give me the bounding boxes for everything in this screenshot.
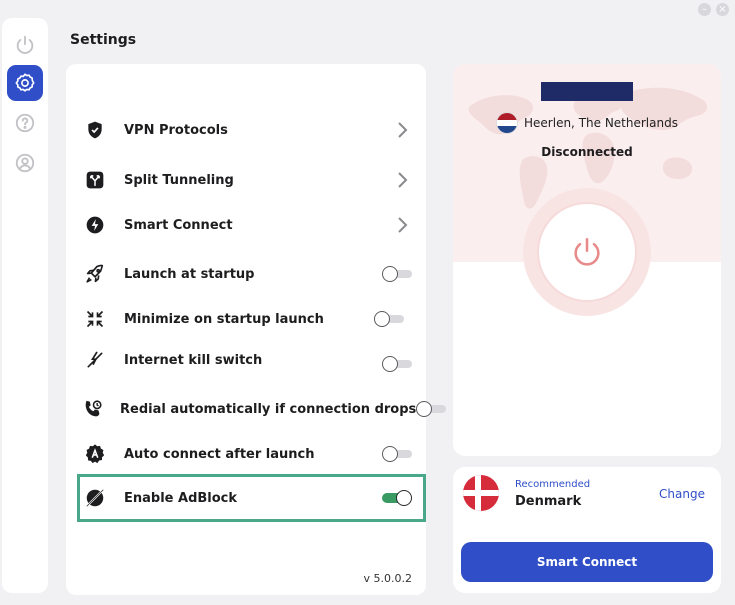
phone-redial-icon [85, 400, 102, 417]
setting-launch-startup: Launch at startup [82, 259, 412, 289]
denmark-flag-icon [463, 475, 499, 511]
setting-label: Split Tunneling [124, 172, 234, 188]
netherlands-flag-icon [496, 112, 519, 134]
power-icon [574, 237, 600, 266]
nav-item-help[interactable] [7, 105, 43, 141]
smart-connect-button[interactable]: Smart Connect [461, 542, 713, 582]
setting-vpn-protocols[interactable]: VPN Protocols [82, 115, 412, 145]
chevron-right-icon [398, 172, 408, 188]
chevron-right-icon [398, 122, 408, 138]
help-icon [15, 113, 35, 133]
close-button[interactable]: × [716, 3, 729, 16]
setting-minimize-startup: Minimize on startup launch [82, 304, 412, 334]
server-card: Recommended Denmark Change Smart Connect [453, 467, 721, 593]
minimize-startup-toggle[interactable] [374, 311, 404, 327]
current-location: Heerlen, The Netherlands [453, 112, 721, 134]
split-icon [86, 171, 104, 189]
setting-kill-switch: Internet kill switch [82, 345, 412, 375]
kill-switch-icon [87, 351, 103, 368]
location-label: Heerlen, The Netherlands [524, 116, 678, 130]
lightning-icon [86, 216, 104, 234]
shield-icon [88, 121, 102, 139]
setting-auto-connect: Auto connect after launch [82, 439, 412, 469]
minimize-arrows-icon [86, 310, 104, 328]
side-nav [2, 18, 48, 593]
setting-split-tunneling[interactable]: Split Tunneling [82, 165, 412, 195]
setting-redial: Redial automatically if connection drops [82, 394, 447, 424]
connect-power-button[interactable] [539, 204, 635, 300]
auto-connect-toggle[interactable] [382, 446, 412, 462]
setting-label: Launch at startup [124, 266, 255, 282]
minimize-button[interactable]: – [698, 3, 711, 16]
setting-label: Auto connect after launch [124, 446, 315, 462]
rocket-icon [86, 264, 104, 283]
recommended-label: Recommended [515, 479, 591, 490]
change-server-link[interactable]: Change [659, 487, 705, 501]
auto-badge-icon [85, 444, 105, 464]
setting-label: VPN Protocols [124, 122, 228, 138]
chevron-right-icon [398, 217, 408, 233]
launch-startup-toggle[interactable] [382, 266, 412, 282]
nav-item-connect[interactable] [7, 27, 43, 63]
account-icon [15, 153, 35, 173]
setting-label: Internet kill switch [124, 352, 263, 368]
setting-label: Minimize on startup launch [124, 311, 324, 327]
connection-card: Heerlen, The Netherlands Disconnected [453, 64, 721, 456]
setting-label: Smart Connect [124, 217, 233, 233]
nav-item-account[interactable] [7, 145, 43, 181]
server-country: Denmark [515, 494, 582, 509]
setting-smart-connect[interactable]: Smart Connect [82, 210, 412, 240]
window-controls: – × [698, 3, 729, 16]
power-icon [16, 35, 34, 54]
connection-status: Disconnected [541, 145, 633, 159]
settings-panel: VPN Protocols Split Tunneling Smart Conn… [66, 64, 447, 595]
power-ring [523, 188, 651, 316]
app-version: v 5.0.0.2 [363, 572, 413, 585]
page-title: Settings [70, 32, 137, 48]
nav-item-settings[interactable] [7, 65, 43, 101]
kill-switch-toggle[interactable] [382, 356, 412, 372]
ip-address-redacted [541, 82, 633, 101]
gear-icon [15, 73, 35, 92]
setting-label: Redial automatically if connection drops [120, 401, 417, 417]
adblock-highlight [77, 474, 426, 522]
